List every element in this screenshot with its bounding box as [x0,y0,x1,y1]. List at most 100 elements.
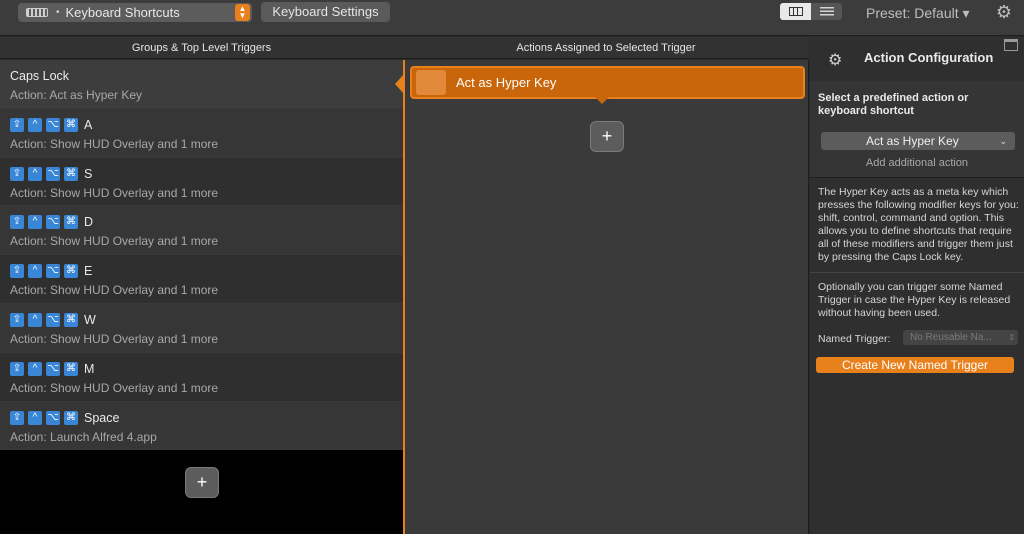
trigger-row[interactable]: ⇪ ^ ⌥ ⌘ E Action: Show HUD Overlay and 1 more [0,255,403,304]
list-icon [819,7,834,16]
trigger-title: ⇪ ^ ⌥ ⌘ Space [10,410,403,426]
action-card-notch [595,97,609,104]
action-label: Act as Hyper Key [456,75,557,90]
command-key-icon: ⌘ [64,361,78,376]
view-mode-segmented-control [780,3,842,20]
option-key-icon: ⌥ [46,117,60,132]
trigger-action-summary: Action: Show HUD Overlay and 1 more [10,283,219,298]
groups-column-header: Groups & Top Level Triggers [0,37,403,59]
trigger-row[interactable]: ⇪ ^ ⌥ ⌘ W Action: Show HUD Overlay and 1 more [0,303,403,353]
capslock-key-icon: ⇪ [10,215,24,230]
trigger-action-summary: Action: Launch Alfred 4.app [10,429,157,444]
command-key-icon: ⌘ [64,117,78,132]
keyboard-settings-button[interactable]: Keyboard Settings [261,2,390,22]
capslock-key-icon: ⇪ [10,117,24,132]
trigger-row[interactable]: ⇪ ^ ⌥ ⌘ M Action: Show HUD Overlay and 1 more [0,352,403,402]
capslock-key-icon: ⇪ [10,312,24,327]
divider [810,272,1024,273]
predefined-action-select[interactable]: Act as Hyper Key ⌄ [821,132,1015,150]
command-key-icon: ⌘ [64,215,78,230]
config-header: ⚙ Action Configuration [810,37,1024,81]
config-action-selector: Select a predefined action or keyboard s… [810,81,1024,177]
chevron-updown-icon[interactable]: ▲ ▼ [235,4,250,21]
trigger-key: W [84,312,96,327]
config-title: Action Configuration [864,50,994,65]
control-key-icon: ^ [28,264,42,279]
view-columns-button[interactable] [780,3,811,20]
trigger-key: M [84,361,95,376]
trigger-row[interactable]: ⇪ ^ ⌥ ⌘ Space Action: Launch Alfred 4.app [0,401,403,451]
trigger-row[interactable]: ⇪ ^ ⌥ ⌘ A Action: Show HUD Overlay and 1 more [0,108,403,158]
option-key-icon: ⌥ [46,166,60,181]
chevron-updown-icon: ⇕ [1008,333,1015,342]
add-trigger-button[interactable]: + [185,467,219,498]
capslock-key-icon: ⇪ [10,410,24,425]
preset-selector[interactable]: Preset: Default ▾ [866,5,970,22]
option-key-icon: ⌥ [46,312,60,327]
command-key-icon: ⌘ [64,166,78,181]
capslock-key-icon: ⇪ [10,166,24,181]
named-trigger-select[interactable]: No Reusable Na... ⇕ [903,330,1018,345]
control-key-icon: ^ [28,312,42,327]
view-list-button[interactable] [811,3,842,20]
predefined-action-value: Act as Hyper Key [866,134,959,148]
option-key-icon: ⌥ [46,264,60,279]
trigger-title: ⇪ ^ ⌥ ⌘ E [10,263,403,279]
action-icon [416,70,446,95]
option-key-icon: ⌥ [46,215,60,230]
trigger-type-label: Keyboard Shortcuts [65,5,180,20]
trigger-key: S [84,166,93,181]
named-trigger-value: No Reusable Na... [910,332,992,343]
config-body: The Hyper Key acts as a meta key which p… [810,177,1024,534]
trigger-title: ⇪ ^ ⌥ ⌘ S [10,166,403,182]
gear-icon[interactable]: ⚙ [994,2,1014,22]
control-key-icon: ^ [28,215,42,230]
triggers-list: Caps Lock Action: Act as Hyper Key ⇪ ^ ⌥ ⌘ A Ac… [0,60,404,534]
hyper-key-description: The Hyper Key acts as a meta key which p… [818,186,1019,263]
command-key-icon: ⌘ [64,264,78,279]
action-configuration-panel: ⚙ Action Configuration Select a predefin… [810,37,1024,534]
control-key-icon: ^ [28,117,42,132]
trigger-title: ⇪ ^ ⌥ ⌘ A [10,117,403,133]
named-trigger-description: Optionally you can trigger some Named Tr… [818,281,1011,319]
trigger-name: Caps Lock [10,69,70,83]
select-bullet: • [56,7,60,18]
control-key-icon: ^ [28,361,42,376]
command-key-icon: ⌘ [64,410,78,425]
keyboard-icon [26,8,48,17]
trigger-title: ⇪ ^ ⌥ ⌘ W [10,312,403,328]
option-key-icon: ⌥ [46,410,60,425]
action-card[interactable]: Act as Hyper Key [410,66,805,99]
actions-panel: Act as Hyper Key + [403,60,809,534]
trigger-title: Caps Lock [10,68,403,84]
capslock-key-icon: ⇪ [10,361,24,376]
actions-column-header: Actions Assigned to Selected Trigger [403,37,809,59]
toolbar: • Keyboard Shortcuts ▲ ▼ Keyboard Setting… [0,0,1024,36]
trigger-key: D [84,215,94,230]
trigger-action-summary: Action: Show HUD Overlay and 1 more [10,380,219,395]
trigger-row[interactable]: Caps Lock Action: Act as Hyper Key [0,60,404,109]
trigger-title: ⇪ ^ ⌥ ⌘ D [10,214,403,230]
trigger-action-summary: Action: Show HUD Overlay and 1 more [10,185,219,200]
capslock-key-icon: ⇪ [10,264,24,279]
add-additional-action-link[interactable]: Add additional action [810,157,1024,169]
detach-window-icon[interactable] [1004,39,1018,51]
trigger-type-select[interactable]: • Keyboard Shortcuts ▲ ▼ [18,3,252,22]
trigger-key: E [84,264,93,279]
trigger-action-summary: Action: Show HUD Overlay and 1 more [10,331,219,346]
trigger-action-summary: Action: Act as Hyper Key [10,88,143,102]
command-key-icon: ⌘ [64,312,78,327]
add-action-button[interactable]: + [590,121,624,152]
trigger-action-summary: Action: Show HUD Overlay and 1 more [10,234,219,249]
create-named-trigger-button[interactable]: Create New Named Trigger [816,357,1014,373]
option-key-icon: ⌥ [46,361,60,376]
trigger-row[interactable]: ⇪ ^ ⌥ ⌘ D Action: Show HUD Overlay and 1 more [0,206,403,256]
trigger-row[interactable]: ⇪ ^ ⌥ ⌘ S Action: Show HUD Overlay and 1 more [0,157,403,207]
columns-icon [788,7,803,16]
trigger-key: Space [84,410,120,425]
gear-icon: ⚙ [828,52,843,69]
trigger-title: ⇪ ^ ⌥ ⌘ M [10,361,403,377]
config-prompt: Select a predefined action or keyboard s… [818,92,969,117]
named-trigger-label: Named Trigger: [818,333,891,345]
control-key-icon: ^ [28,166,42,181]
